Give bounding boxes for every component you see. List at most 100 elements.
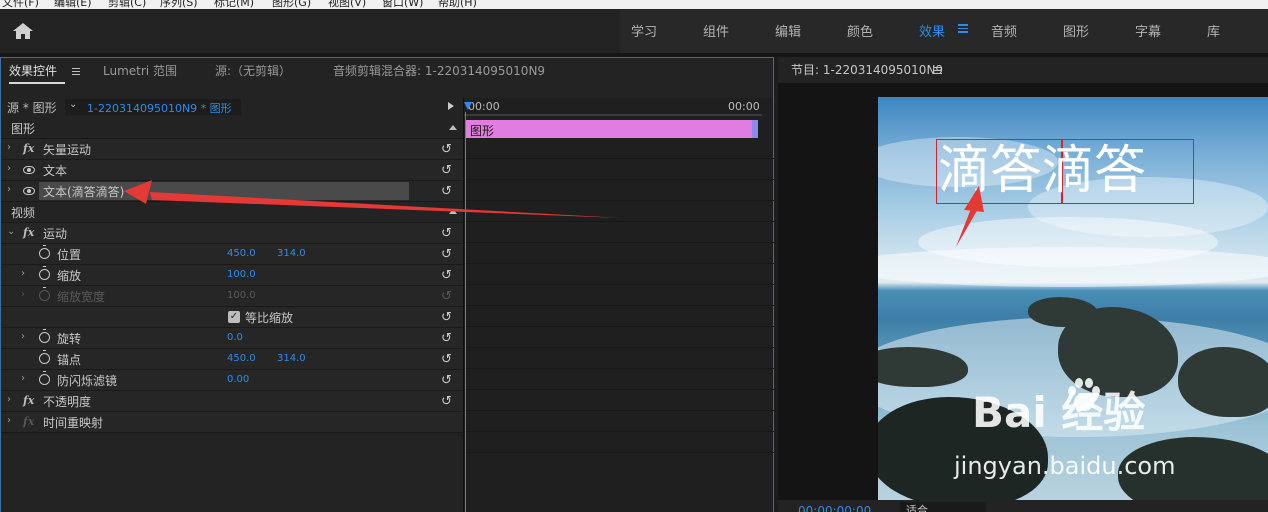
menu-window[interactable]: 窗口(W)	[382, 0, 423, 9]
tab-source[interactable]: 源:（无剪辑）	[215, 62, 291, 79]
scale-value[interactable]: 100.0	[227, 269, 256, 280]
program-viewer[interactable]: 滴答滴答 Bai 经验 jingyan.baidu.com	[878, 97, 1268, 500]
reset-icon[interactable]: ↺	[441, 184, 452, 199]
effect-timeline[interactable]: 00:00 00:00 图形	[463, 98, 774, 512]
reset-icon[interactable]: ↺	[441, 163, 452, 178]
workspace-menu-icon[interactable]	[958, 24, 968, 33]
zoom-fit-dropdown[interactable]: 适合	[900, 502, 986, 512]
tab-lumetri-scopes[interactable]: Lumetri 范围	[103, 62, 177, 79]
stopwatch-icon[interactable]	[39, 245, 50, 259]
reset-icon[interactable]: ↺	[441, 268, 452, 283]
workspace-editing[interactable]: 编辑	[775, 21, 801, 40]
playhead-line	[465, 112, 466, 512]
reset-icon[interactable]: ↺	[441, 142, 452, 157]
workspace-learn[interactable]: 学习	[631, 21, 657, 40]
effect-text-1[interactable]: › 文本 ↺	[1, 160, 463, 181]
chevron-right-icon[interactable]: ›	[7, 415, 11, 426]
workspace-libraries[interactable]: 库	[1207, 21, 1220, 40]
property-label: 防闪烁滤镜	[57, 374, 118, 388]
fx-icon: fx	[23, 415, 35, 428]
reset-icon[interactable]: ↺	[441, 394, 452, 409]
workspace-assembly[interactable]: 组件	[703, 21, 729, 40]
position-y-value[interactable]: 314.0	[277, 248, 306, 259]
anchor-y-value[interactable]: 314.0	[277, 353, 306, 364]
effect-time-remapping[interactable]: › fx 时间重映射	[1, 412, 463, 433]
playhead-handle[interactable]	[464, 102, 472, 110]
stopwatch-icon[interactable]	[39, 266, 50, 280]
graphic-clip[interactable]: 图形	[466, 120, 758, 138]
menu-file[interactable]: 文件(F)	[2, 0, 39, 9]
menu-clip[interactable]: 剪辑(C)	[108, 0, 146, 9]
reset-icon[interactable]: ↺	[441, 373, 452, 388]
property-scale: › 缩放 100.0 ↺	[1, 265, 463, 286]
eye-icon[interactable]	[23, 166, 35, 174]
expand-timeline-icon[interactable]	[448, 102, 454, 110]
row-divider	[464, 452, 774, 453]
property-uniform-scale: ✓ 等比缩放 ↺	[1, 307, 463, 328]
position-x-value[interactable]: 450.0	[227, 248, 256, 259]
menu-bar: 文件(F) 编辑(E) 剪辑(C) 序列(S) 标记(M) 图形(G) 视图(V…	[0, 0, 1268, 9]
anchor-x-value[interactable]: 450.0	[227, 353, 256, 364]
effect-vector-motion[interactable]: › fx 矢量运动 ↺	[1, 139, 463, 160]
row-divider	[464, 368, 774, 369]
workspace-graphics[interactable]: 图形	[1063, 21, 1089, 40]
chevron-down-icon[interactable]: ⌄	[7, 226, 15, 237]
chevron-right-icon[interactable]: ›	[7, 184, 11, 195]
sequence-dropdown[interactable]: ⌄ 1-220314095010N9 * 图形	[65, 99, 241, 115]
section-graphics: 图形	[1, 118, 463, 139]
chevron-right-icon[interactable]: ›	[7, 142, 11, 153]
timeline-ruler[interactable]	[464, 114, 762, 116]
reset-icon[interactable]: ↺	[441, 310, 452, 325]
clip-end-handle[interactable]	[752, 120, 758, 138]
reset-icon[interactable]: ↺	[441, 352, 452, 367]
workspace-audio[interactable]: 音频	[991, 21, 1017, 40]
rotation-value[interactable]: 0.0	[227, 332, 243, 343]
menu-view[interactable]: 视图(V)	[328, 0, 366, 9]
reset-icon[interactable]: ↺	[441, 247, 452, 262]
stopwatch-icon[interactable]	[39, 350, 50, 364]
chevron-right-icon[interactable]: ›	[7, 163, 11, 174]
tab-effect-controls[interactable]: 效果控件	[9, 62, 57, 79]
chevron-right-icon[interactable]: ›	[7, 394, 11, 405]
chevron-right-icon[interactable]: ›	[21, 373, 25, 384]
reset-icon[interactable]: ↺	[441, 226, 452, 241]
workspace-effects[interactable]: 效果	[919, 21, 945, 40]
playhead-timecode[interactable]: 00:00:00:00	[798, 504, 871, 512]
fx-icon[interactable]: fx	[23, 142, 34, 155]
collapse-icon[interactable]	[449, 209, 457, 214]
property-position: 位置 450.0 314.0 ↺	[1, 244, 463, 265]
reset-icon[interactable]: ↺	[441, 331, 452, 346]
uniform-scale-checkbox[interactable]: ✓	[228, 311, 240, 323]
zoom-fit-label: 适合	[906, 504, 928, 512]
stopwatch-icon[interactable]	[39, 329, 50, 343]
chevron-right-icon[interactable]: ›	[21, 268, 25, 279]
effect-motion[interactable]: ⌄ fx 运动 ↺	[1, 223, 463, 244]
eye-icon[interactable]	[23, 187, 35, 195]
effect-label: 运动	[43, 227, 68, 241]
panel-menu-icon[interactable]	[72, 68, 80, 77]
menu-marker[interactable]: 标记(M)	[214, 0, 254, 9]
stopwatch-icon	[39, 287, 50, 301]
cloud	[878, 247, 1268, 287]
stopwatch-icon[interactable]	[39, 371, 50, 385]
workspace-captions[interactable]: 字幕	[1135, 21, 1161, 40]
tab-audio-clip-mixer[interactable]: 音频剪辑混合器: 1-220314095010N9	[333, 62, 545, 79]
home-icon[interactable]	[12, 22, 34, 40]
collapse-icon[interactable]	[449, 125, 457, 130]
workspace-color[interactable]: 颜色	[847, 21, 873, 40]
section-video-label: 视频	[11, 206, 36, 220]
program-title[interactable]: 节目: 1-220314095010N9	[791, 61, 943, 78]
chevron-right-icon[interactable]: ›	[21, 331, 25, 342]
effect-label: 时间重映射	[43, 416, 104, 430]
menu-edit[interactable]: 编辑(E)	[54, 0, 92, 9]
panel-menu-icon[interactable]	[934, 67, 942, 76]
menu-help[interactable]: 帮助(H)	[438, 0, 477, 9]
menu-graphics[interactable]: 图形(G)	[272, 0, 311, 9]
anti-flicker-value[interactable]: 0.00	[227, 374, 249, 385]
menu-sequence[interactable]: 序列(S)	[160, 0, 198, 9]
effect-text-2[interactable]: › 文本(滴答滴答) ↺	[1, 181, 463, 202]
fx-icon[interactable]: fx	[23, 394, 34, 407]
fx-icon[interactable]: fx	[23, 226, 34, 239]
effect-opacity[interactable]: › fx 不透明度 ↺	[1, 391, 463, 412]
reset-icon: ↺	[441, 289, 452, 304]
